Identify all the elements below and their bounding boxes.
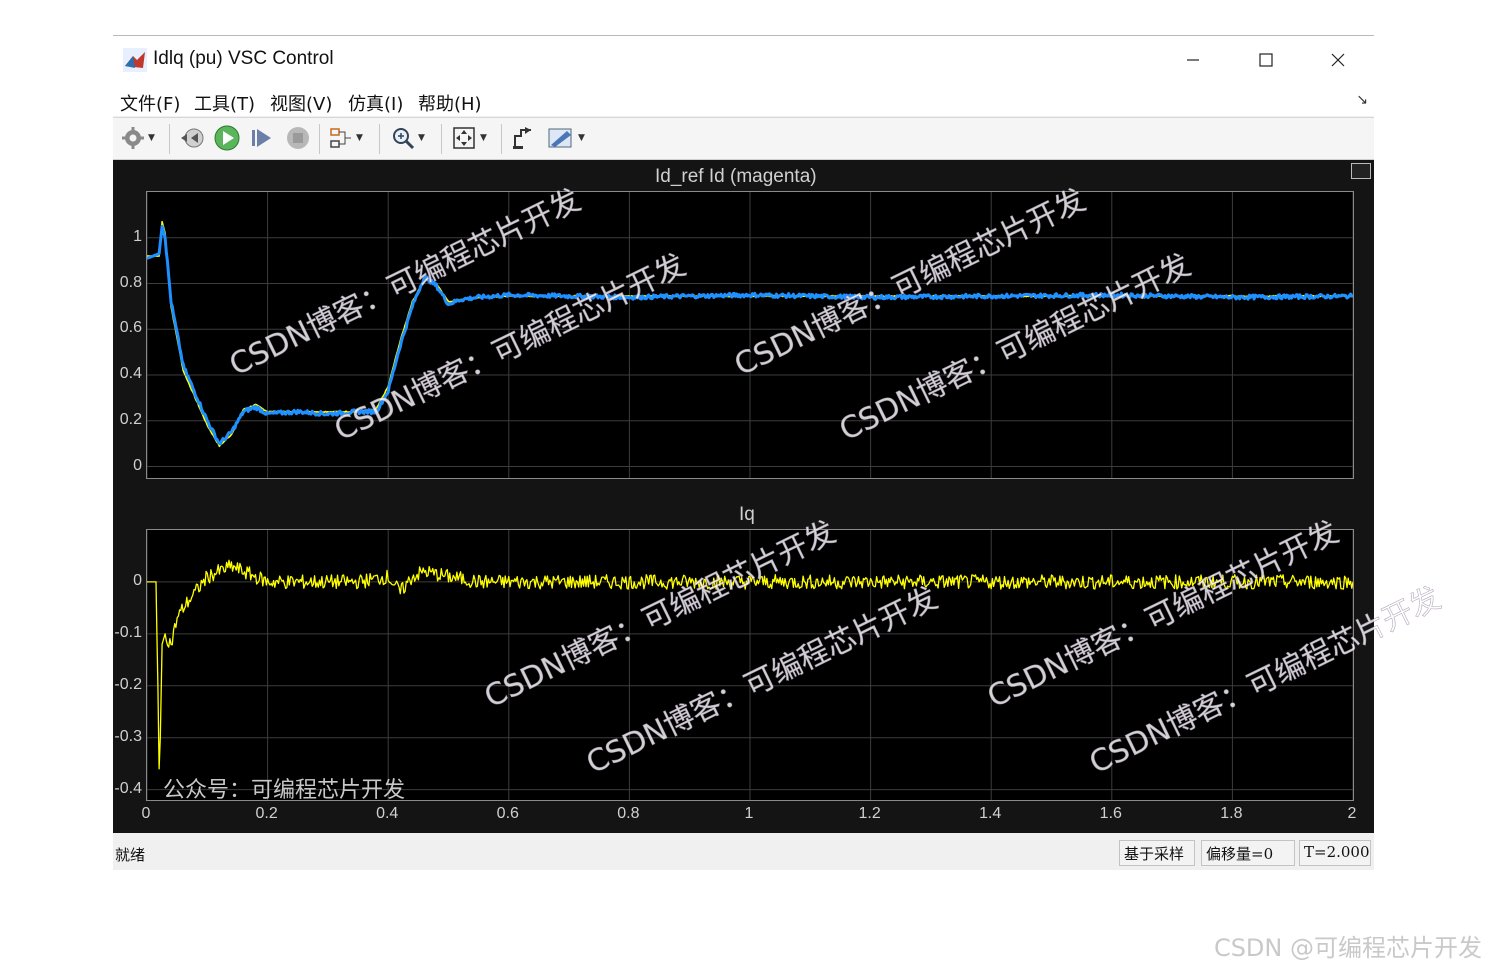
- step-forward-icon: [252, 129, 271, 147]
- autoscale-icon: [453, 127, 475, 149]
- menu-bar: 文件(F) 工具(T) 视图(V) 仿真(I) 帮助(H) ↘: [113, 84, 1374, 116]
- iq-plot-axes[interactable]: [146, 529, 1354, 801]
- scope-display: Id_ref Id (magenta) Iq 公众号：可编程芯片开发 0 0.2 0…: [113, 160, 1374, 833]
- toolbar-separator: [319, 124, 320, 154]
- dropdown-arrow-icon: ▼: [578, 133, 585, 143]
- highlight-icon: [548, 128, 572, 148]
- corner-credit: CSDN @可编程芯片开发: [1213, 934, 1482, 962]
- bottom-plot-title: Iq: [739, 504, 755, 525]
- toolbar-separator: [441, 124, 442, 154]
- id-plot-axes[interactable]: [146, 191, 1354, 479]
- status-sample-based: 基于采样: [1119, 840, 1195, 866]
- x-tick-label: 0.2: [255, 805, 278, 822]
- menu-simulation[interactable]: 仿真(I): [348, 90, 403, 116]
- close-icon: [1331, 53, 1345, 67]
- step-back-icon: [181, 128, 204, 148]
- menu-view[interactable]: 视图(V): [270, 90, 332, 116]
- window-title: Idlq (pu) VSC Control: [153, 48, 334, 69]
- maximize-button[interactable]: [1246, 44, 1286, 76]
- restore-icon: [513, 127, 531, 149]
- menu-tools[interactable]: 工具(T): [194, 90, 255, 116]
- signal-select-button[interactable]: ▼: [329, 124, 363, 152]
- run-button[interactable]: [213, 124, 241, 152]
- stop-button[interactable]: [285, 124, 311, 152]
- close-button[interactable]: [1318, 44, 1358, 76]
- maximize-icon: [1259, 53, 1273, 67]
- matlab-icon: [123, 48, 147, 72]
- zoom-button[interactable]: ▼: [391, 124, 425, 152]
- x-tick-label: 1.6: [1099, 805, 1122, 822]
- dropdown-arrow-icon: ▼: [418, 133, 425, 143]
- y-tick-label: 1: [133, 227, 142, 245]
- x-tick-label: 2: [1347, 805, 1357, 822]
- collapse-arrow-icon[interactable]: ↘: [1356, 92, 1368, 108]
- toolbar-separator: [501, 124, 502, 154]
- settings-button[interactable]: ▼: [121, 124, 155, 152]
- title-bar: Idlq (pu) VSC Control: [113, 36, 1374, 84]
- restore-button[interactable]: [511, 124, 535, 152]
- scope-window: Idlq (pu) VSC Control 文件(F) 工具(T) 视图(V) …: [113, 35, 1374, 870]
- y-tick-label: 0: [133, 571, 142, 589]
- status-offset: 偏移量=0: [1201, 840, 1295, 866]
- y-tick-label: 0.6: [119, 319, 142, 337]
- x-tick-label: 0.4: [376, 805, 399, 822]
- run-icon: [214, 125, 240, 151]
- x-tick-label: 0: [141, 805, 151, 822]
- stop-icon: [287, 127, 309, 149]
- iq-plot-canvas: [146, 530, 1354, 800]
- dropdown-arrow-icon: ▼: [356, 133, 363, 143]
- dropdown-arrow-icon: ▼: [148, 133, 155, 143]
- y-tick-label: -0.3: [114, 727, 142, 745]
- x-tick-label: 1: [744, 805, 754, 822]
- toolbar-separator: [169, 124, 170, 154]
- x-tick-label: 0.6: [496, 805, 519, 822]
- gear-icon: [122, 127, 144, 149]
- minimize-button[interactable]: [1173, 44, 1213, 76]
- y-tick-label: 0: [133, 456, 142, 474]
- status-time: T=2.000: [1299, 840, 1371, 866]
- signal-select-icon: [330, 128, 351, 148]
- y-tick-label: 0.4: [119, 365, 142, 383]
- x-tick-label: 1.4: [979, 805, 1002, 822]
- step-forward-button[interactable]: [249, 124, 275, 152]
- y-tick-label: 0.2: [119, 410, 142, 428]
- menu-file[interactable]: 文件(F): [120, 90, 180, 116]
- minimize-icon: [1187, 59, 1199, 61]
- x-tick-label: 1.2: [858, 805, 881, 822]
- status-ready: 就绪: [115, 846, 146, 864]
- y-tick-label: 0.8: [119, 273, 142, 291]
- status-bar: 就绪 基于采样 偏移量=0 T=2.000: [113, 836, 1374, 870]
- y-tick-label: -0.1: [114, 623, 142, 641]
- top-plot-title: Id_ref Id (magenta): [655, 166, 817, 187]
- step-back-button[interactable]: [179, 124, 205, 152]
- undock-icon[interactable]: [1351, 163, 1371, 179]
- zoom-icon: [393, 128, 415, 150]
- y-tick-label: -0.4: [114, 779, 142, 797]
- menu-help[interactable]: 帮助(H): [418, 90, 482, 116]
- autoscale-button[interactable]: ▼: [451, 124, 487, 152]
- highlight-button[interactable]: ▼: [547, 124, 585, 152]
- toolbar-separator: [379, 124, 380, 154]
- x-tick-label: 0.8: [617, 805, 640, 822]
- toolbar: ▼ ▼ ▼ ▼ ▼: [113, 117, 1374, 160]
- y-tick-label: -0.2: [114, 675, 142, 693]
- x-tick-label: 1.8: [1220, 805, 1243, 822]
- footer-label: 公众号：可编程芯片开发: [163, 778, 406, 803]
- dropdown-arrow-icon: ▼: [480, 133, 487, 143]
- id-plot-canvas: [146, 192, 1354, 478]
